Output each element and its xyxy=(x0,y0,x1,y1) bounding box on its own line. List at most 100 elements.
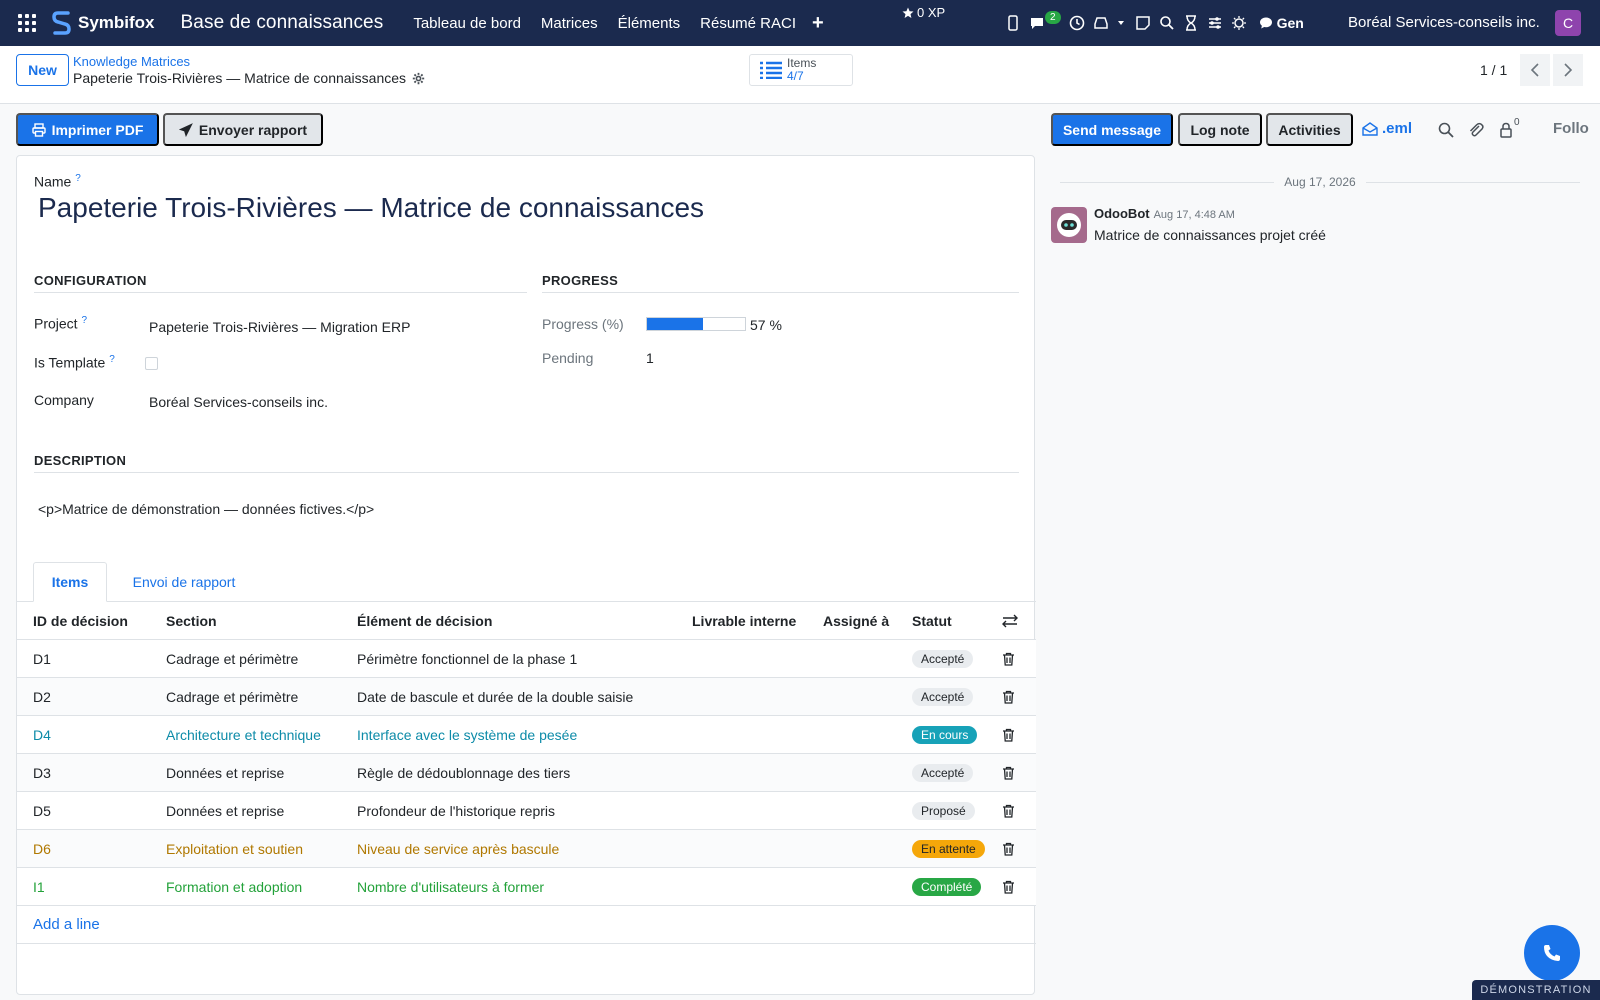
sticky-note-icon[interactable] xyxy=(1135,15,1151,31)
help-icon[interactable]: ? xyxy=(109,354,115,365)
row-element-cell[interactable]: Règle de dédoublonnage des tiers xyxy=(357,754,570,792)
row-id-cell[interactable]: D1 xyxy=(33,640,51,678)
clock-icon[interactable] xyxy=(1069,15,1085,31)
table-row[interactable]: D5 Données et reprise Profondeur de l'hist… xyxy=(17,792,1036,830)
followers-lock-icon[interactable] xyxy=(1497,121,1515,139)
row-element-cell[interactable]: Interface avec le système de pesée xyxy=(357,716,577,754)
mobile-icon[interactable] xyxy=(1005,15,1021,31)
row-id-cell[interactable]: D4 xyxy=(33,716,51,754)
send-report-button[interactable]: Envoyer rapport xyxy=(163,113,323,146)
menu-matrices[interactable]: Matrices xyxy=(541,15,598,32)
row-status-cell[interactable]: Accepté xyxy=(912,754,974,792)
row-element-cell[interactable]: Nombre d'utilisateurs à former xyxy=(357,868,544,906)
table-row[interactable]: D2 Cadrage et périmètre Date de bascule et… xyxy=(17,678,1036,716)
row-element-cell[interactable]: Niveau de service après bascule xyxy=(357,830,559,868)
col-assigned-header[interactable]: Assigné à xyxy=(823,602,889,640)
row-element-cell[interactable]: Profondeur de l'historique repris xyxy=(357,792,555,830)
user-avatar[interactable]: C xyxy=(1555,10,1581,36)
help-icon[interactable]: ? xyxy=(75,173,81,184)
trash-icon[interactable] xyxy=(1002,678,1015,716)
app-title[interactable]: Base de connaissances xyxy=(181,12,384,34)
is-template-checkbox[interactable] xyxy=(145,357,158,370)
plus-icon[interactable]: + xyxy=(812,12,824,35)
trash-icon[interactable] xyxy=(1002,830,1015,868)
search-icon[interactable] xyxy=(1159,15,1175,31)
company-field[interactable]: Boréal Services-conseils inc. xyxy=(149,394,328,410)
activities-button[interactable]: Activities xyxy=(1266,113,1353,146)
print-pdf-button[interactable]: Imprimer PDF xyxy=(16,113,159,146)
trash-icon[interactable] xyxy=(1002,716,1015,754)
project-field[interactable]: Papeterie Trois-Rivières — Migration ERP xyxy=(149,319,410,335)
pager-value[interactable]: 1 / 1 xyxy=(1480,62,1507,78)
hourglass-icon[interactable] xyxy=(1183,15,1199,31)
tab-report[interactable]: Envoi de rapport xyxy=(124,562,244,602)
optional-columns-icon[interactable] xyxy=(1002,602,1018,640)
row-status-cell[interactable]: En cours xyxy=(912,716,978,754)
row-section-cell[interactable]: Cadrage et périmètre xyxy=(166,640,298,678)
row-status-cell[interactable]: Proposé xyxy=(912,792,975,830)
row-section-cell[interactable]: Données et reprise xyxy=(166,754,284,792)
tab-items[interactable]: Items xyxy=(33,562,107,602)
paperclip-icon[interactable] xyxy=(1467,121,1485,139)
trash-icon[interactable] xyxy=(1002,754,1015,792)
record-name-input[interactable]: Papeterie Trois-Rivières — Matrice de co… xyxy=(38,192,704,224)
col-section-header[interactable]: Section xyxy=(166,602,217,640)
col-status-header[interactable]: Statut xyxy=(912,602,952,640)
phone-call-button[interactable] xyxy=(1524,925,1580,981)
row-id-cell[interactable]: D3 xyxy=(33,754,51,792)
row-id-cell[interactable]: I1 xyxy=(33,868,45,906)
add-line-link[interactable]: Add a line xyxy=(17,906,1036,944)
row-section-cell[interactable]: Formation et adoption xyxy=(166,868,302,906)
new-button[interactable]: New xyxy=(16,54,69,86)
col-id-header[interactable]: ID de décision xyxy=(33,602,128,640)
odoobot-avatar[interactable] xyxy=(1051,207,1087,243)
row-section-cell[interactable]: Architecture et technique xyxy=(166,716,321,754)
log-note-button[interactable]: Log note xyxy=(1178,113,1262,146)
table-row[interactable]: D6 Exploitation et soutien Niveau de servi… xyxy=(17,830,1036,868)
table-row[interactable]: D1 Cadrage et périmètre Périmètre fonction… xyxy=(17,640,1036,678)
col-deliverable-header[interactable]: Livrable interne xyxy=(692,602,796,640)
breadcrumb-parent[interactable]: Knowledge Matrices xyxy=(73,54,190,69)
table-row[interactable]: I1 Formation et adoption Nombre d'utilisat… xyxy=(17,868,1036,906)
menu-dashboard[interactable]: Tableau de bord xyxy=(413,15,521,32)
row-element-cell[interactable]: Périmètre fonctionnel de la phase 1 xyxy=(357,640,577,678)
row-status-cell[interactable]: Accepté xyxy=(912,640,974,678)
row-section-cell[interactable]: Cadrage et périmètre xyxy=(166,678,298,716)
row-status-cell[interactable]: En attente xyxy=(912,830,985,868)
brand[interactable]: Symbifox xyxy=(52,11,155,35)
col-element-header[interactable]: Élément de décision xyxy=(357,602,492,640)
chat-icon[interactable] xyxy=(1029,15,1045,31)
apps-grid-icon[interactable] xyxy=(18,13,38,33)
pager-previous-button[interactable] xyxy=(1520,54,1550,86)
menu-raci-summary[interactable]: Résumé RACI xyxy=(700,15,796,32)
gear-icon[interactable] xyxy=(412,72,425,85)
chatter-search-icon[interactable] xyxy=(1437,121,1455,139)
row-element-cell[interactable]: Date de bascule et durée de la double sa… xyxy=(357,678,633,716)
menu-elements[interactable]: Éléments xyxy=(618,15,681,32)
row-section-cell[interactable]: Données et reprise xyxy=(166,792,284,830)
pager-next-button[interactable] xyxy=(1553,54,1583,86)
help-icon[interactable]: ? xyxy=(81,315,87,326)
follow-button[interactable]: Follo xyxy=(1553,120,1589,137)
row-status-cell[interactable]: Accepté xyxy=(912,678,974,716)
row-id-cell[interactable]: D2 xyxy=(33,678,51,716)
items-smart-button[interactable]: Items 4/7 xyxy=(749,54,853,86)
table-row[interactable]: D3 Données et reprise Règle de dédoublonna… xyxy=(17,754,1036,792)
trash-icon[interactable] xyxy=(1002,792,1015,830)
trash-icon[interactable] xyxy=(1002,868,1015,906)
gen-assistant[interactable]: Gen xyxy=(1259,15,1304,31)
inbox-icon[interactable] xyxy=(1093,15,1109,31)
send-message-button[interactable]: Send message xyxy=(1051,113,1173,146)
row-section-cell[interactable]: Exploitation et soutien xyxy=(166,830,303,868)
description-field[interactable]: <p>Matrice de démonstration — données fi… xyxy=(38,501,374,517)
eml-button[interactable]: .eml xyxy=(1362,120,1412,137)
caret-down-icon[interactable] xyxy=(1117,15,1125,31)
row-id-cell[interactable]: D6 xyxy=(33,830,51,868)
xp-indicator[interactable]: 0 XP xyxy=(902,5,945,20)
trash-icon[interactable] xyxy=(1002,640,1015,678)
message-author-name[interactable]: OdooBot xyxy=(1094,206,1150,221)
row-id-cell[interactable]: D5 xyxy=(33,792,51,830)
sliders-icon[interactable] xyxy=(1207,15,1223,31)
sun-icon[interactable] xyxy=(1231,15,1247,31)
row-status-cell[interactable]: Complété xyxy=(912,868,982,906)
